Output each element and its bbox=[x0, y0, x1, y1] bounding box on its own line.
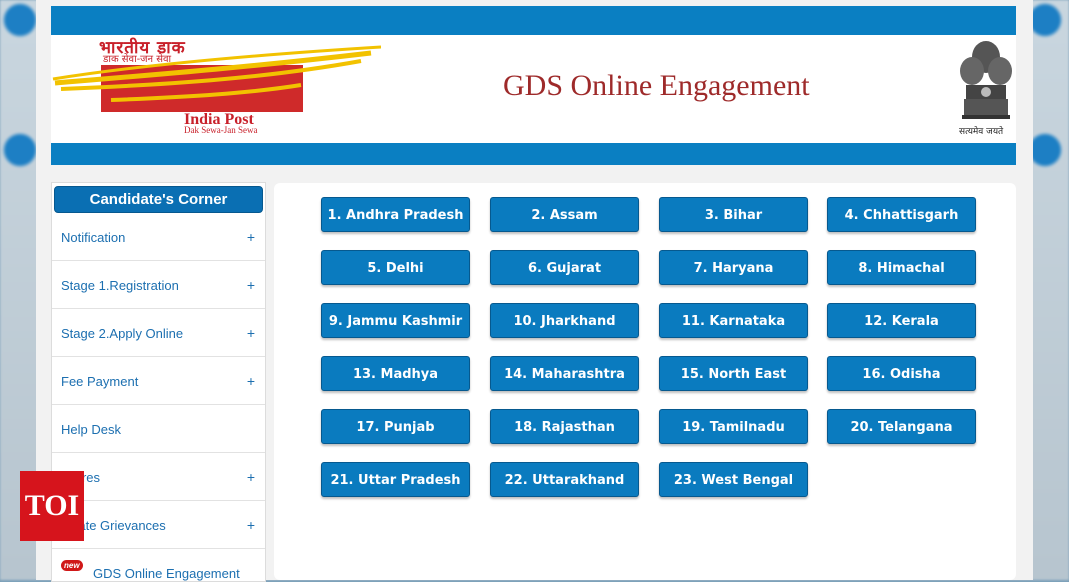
expand-plus-icon[interactable]: + bbox=[247, 469, 255, 485]
state-button-maharashtra[interactable]: 14. Maharashtra bbox=[490, 356, 639, 391]
state-button-haryana[interactable]: 7. Haryana bbox=[659, 250, 808, 285]
state-button-rajasthan[interactable]: 18. Rajasthan bbox=[490, 409, 639, 444]
state-button-delhi[interactable]: 5. Delhi bbox=[321, 250, 470, 285]
state-button-tamilnadu[interactable]: 19. Tamilnadu bbox=[659, 409, 808, 444]
sidebar-item-label: GDS Online Engagement bbox=[93, 566, 240, 581]
sidebar-item-label: Help Desk bbox=[61, 422, 121, 437]
page-title: GDS Online Engagement bbox=[503, 69, 810, 102]
new-badge: new bbox=[61, 560, 83, 571]
state-button-telangana[interactable]: 20. Telangana bbox=[827, 409, 976, 444]
state-selection-panel: 1. Andhra Pradesh 2. Assam 3. Bihar 4. Chha… bbox=[274, 183, 1016, 580]
india-post-logo[interactable]: भारतीय डाक डाक सेवा-जन सेवा India Post D… bbox=[51, 35, 381, 143]
sidebar-item-label: Stage 1.Registration bbox=[61, 278, 179, 293]
sidebar-item-label: Notification bbox=[61, 230, 126, 245]
expand-plus-icon[interactable]: + bbox=[247, 373, 255, 389]
state-button-karnataka[interactable]: 11. Karnataka bbox=[659, 303, 808, 338]
sidebar-item-label: Stage 2.Apply Online bbox=[61, 326, 184, 341]
state-button-jammu-kashmir[interactable]: 9. Jammu Kashmir bbox=[321, 303, 470, 338]
sidebar-item-gds-online-engagement[interactable]: new GDS Online Engagement bbox=[52, 550, 265, 581]
expand-plus-icon[interactable]: + bbox=[247, 277, 255, 293]
state-button-andhra-pradesh[interactable]: 1. Andhra Pradesh bbox=[321, 197, 470, 232]
expand-plus-icon[interactable]: + bbox=[247, 517, 255, 533]
state-button-punjab[interactable]: 17. Punjab bbox=[321, 409, 470, 444]
sidebar-item-fee-payment[interactable]: Fee Payment + bbox=[52, 358, 265, 405]
state-button-himachal-pradesh[interactable]: 8. Himachal Pradesh bbox=[827, 250, 976, 311]
state-button-chhattisgarh[interactable]: 4. Chhattisgarh bbox=[827, 197, 976, 232]
sidebar-item-label: Fee Payment bbox=[61, 374, 139, 389]
sidebar-item-help-desk[interactable]: Help Desk bbox=[52, 406, 265, 453]
state-button-north-east[interactable]: 15. North East bbox=[659, 356, 808, 391]
state-button-uttar-pradesh[interactable]: 21. Uttar Pradesh bbox=[321, 462, 470, 497]
state-button-jharkhand[interactable]: 10. Jharkhand bbox=[490, 303, 639, 338]
state-button-gujarat[interactable]: 6. Gujarat bbox=[490, 250, 639, 285]
toi-watermark: TOI bbox=[20, 471, 84, 541]
sidebar-heading: Candidate's Corner bbox=[54, 186, 263, 213]
sidebar-item-notification[interactable]: Notification + bbox=[52, 214, 265, 261]
state-button-madhya-pradesh[interactable]: 13. Madhya Pradesh bbox=[321, 356, 470, 417]
emblem-motto: सत्यमेव जयते bbox=[959, 127, 1004, 137]
state-button-west-bengal[interactable]: 23. West Bengal bbox=[659, 462, 808, 497]
state-button-odisha[interactable]: 16. Odisha bbox=[827, 356, 976, 391]
expand-plus-icon[interactable]: + bbox=[247, 229, 255, 245]
sidebar-item-stage-1-registration[interactable]: Stage 1.Registration + bbox=[52, 262, 265, 309]
state-button-kerala[interactable]: 12. Kerala bbox=[827, 303, 976, 338]
header-banner: भारतीय डाक डाक सेवा-जन सेवा India Post D… bbox=[51, 35, 1016, 143]
logo-brand-tagline: Dak Sewa-Jan Sewa bbox=[184, 125, 258, 135]
expand-plus-icon[interactable]: + bbox=[247, 325, 255, 341]
site-header: भारतीय डाक डाक सेवा-जन सेवा India Post D… bbox=[51, 6, 1016, 165]
state-button-uttarakhand[interactable]: 22. Uttarakhand bbox=[490, 462, 639, 497]
state-button-bihar[interactable]: 3. Bihar bbox=[659, 197, 808, 232]
state-button-assam[interactable]: 2. Assam bbox=[490, 197, 639, 232]
sidebar-item-stage-2-apply-online[interactable]: Stage 2.Apply Online + bbox=[52, 310, 265, 357]
